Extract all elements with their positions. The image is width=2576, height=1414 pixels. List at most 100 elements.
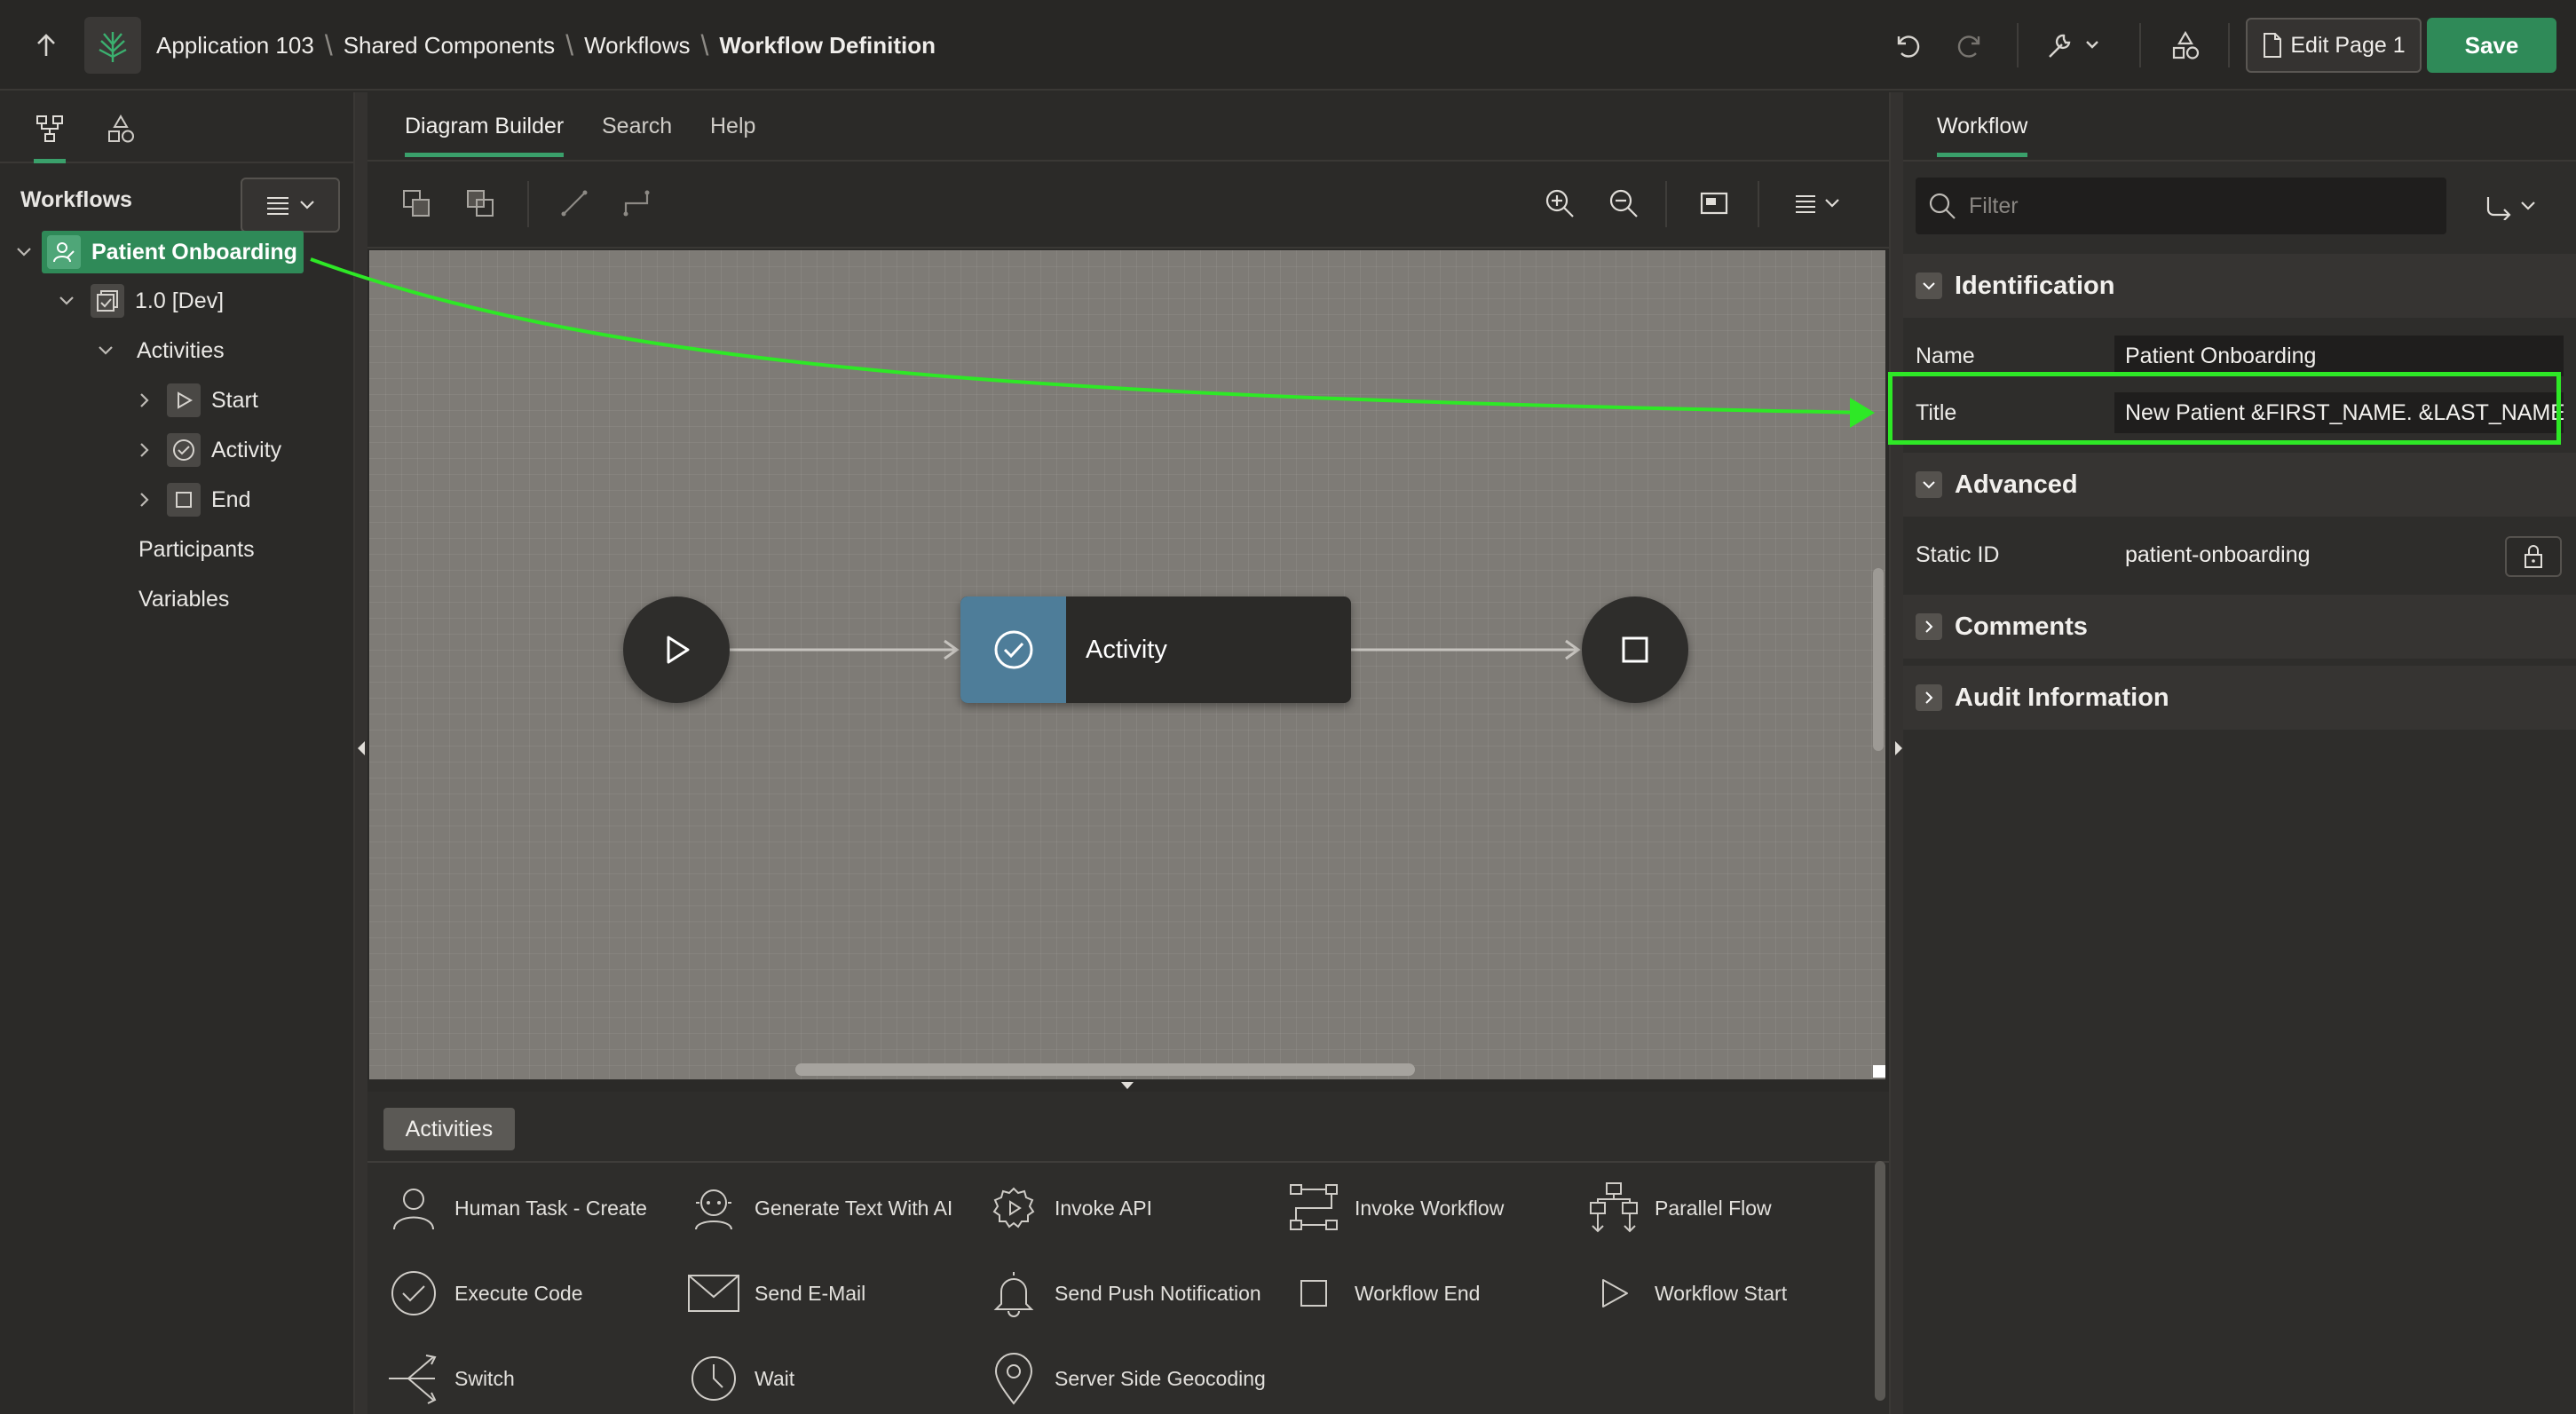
elbow-connector-icon[interactable] xyxy=(616,183,657,224)
palette-item-geocoding[interactable]: Server Side Geocoding xyxy=(985,1347,1266,1410)
end-node[interactable] xyxy=(1582,596,1688,703)
canvas-resize-corner[interactable] xyxy=(1873,1065,1885,1078)
palette-item-label: Server Side Geocoding xyxy=(1055,1366,1266,1390)
tree-toggle-workflow[interactable] xyxy=(12,230,36,274)
canvas-vertical-scrollbar[interactable] xyxy=(1873,568,1884,751)
section-comments[interactable]: Comments xyxy=(1903,595,2576,659)
palette-item-label: Workflow End xyxy=(1355,1281,1481,1305)
tree-item-label: Activity xyxy=(211,437,282,462)
section-title: Advanced xyxy=(1955,470,2078,499)
chevron-right-icon xyxy=(133,392,156,408)
envelope-icon xyxy=(685,1265,742,1322)
breadcrumb-shared-components[interactable]: Shared Components xyxy=(344,32,555,59)
save-button[interactable]: Save xyxy=(2427,18,2556,73)
palette-item-label: Workflow Start xyxy=(1655,1281,1788,1305)
tree-item-patient-onboarding[interactable]: Patient Onboarding xyxy=(42,231,304,273)
palette-item-switch[interactable]: Switch xyxy=(385,1347,515,1410)
collapse-down-icon[interactable] xyxy=(1120,1081,1134,1090)
palette-item-invoke-workflow[interactable]: Invoke Workflow xyxy=(1285,1177,1504,1239)
lock-icon[interactable] xyxy=(2505,536,2562,577)
edit-page-button[interactable]: Edit Page 1 xyxy=(2246,18,2422,73)
section-identification[interactable]: Identification xyxy=(1903,254,2576,318)
property-name: Name Patient Onboarding xyxy=(1903,328,2576,383)
chevron-down-icon xyxy=(12,247,36,257)
tab-shared-components[interactable] xyxy=(96,107,146,151)
title-field[interactable]: New Patient &FIRST_NAME. &LAST_NAME. xyxy=(2114,392,2564,433)
breadcrumb-workflow-definition: Workflow Definition xyxy=(719,31,936,59)
start-node[interactable] xyxy=(623,596,730,703)
palette-item-wait[interactable]: Wait xyxy=(685,1347,794,1410)
breadcrumb-application[interactable]: Application 103 xyxy=(156,32,314,59)
square-icon xyxy=(167,483,201,517)
send-to-back-icon[interactable] xyxy=(460,183,501,224)
up-arrow-icon[interactable] xyxy=(27,25,66,66)
right-panel-resizer[interactable] xyxy=(1889,92,1903,1414)
palette-item-generate-text-ai[interactable]: Generate Text With AI xyxy=(685,1177,952,1239)
tab-diagram-builder[interactable]: Diagram Builder xyxy=(405,114,565,157)
tab-help[interactable]: Help xyxy=(710,114,755,139)
palette-item-send-email[interactable]: Send E-Mail xyxy=(685,1262,865,1324)
chevron-down-icon xyxy=(1916,273,1942,299)
section-advanced[interactable]: Advanced xyxy=(1903,453,2576,517)
tab-search[interactable]: Search xyxy=(602,114,672,139)
static-id-field[interactable]: patient-onboarding xyxy=(2114,534,2487,575)
palette-vertical-scrollbar[interactable] xyxy=(1875,1161,1885,1401)
tab-workflow[interactable]: Workflow xyxy=(1937,114,2028,157)
tree-item-activities[interactable]: Activities xyxy=(94,328,225,373)
section-audit-information[interactable]: Audit Information xyxy=(1903,666,2576,730)
left-panel-resizer[interactable] xyxy=(353,92,367,1414)
straight-connector-icon[interactable] xyxy=(554,183,595,224)
toolbar-separator xyxy=(2228,23,2230,67)
palette-item-label: Invoke API xyxy=(1055,1196,1152,1220)
tree-icon xyxy=(35,114,65,144)
tree-item-start[interactable]: Start xyxy=(133,378,258,423)
go-to-group-button[interactable] xyxy=(2478,186,2549,227)
app-logo-icon[interactable] xyxy=(84,17,141,74)
play-icon xyxy=(167,383,201,417)
toolbar-separator xyxy=(1758,181,1759,227)
tree-item-version[interactable]: 1.0 [Dev] xyxy=(55,279,224,323)
chevron-down-icon xyxy=(94,345,117,356)
utilities-wrench-icon[interactable] xyxy=(2042,25,2109,66)
filter-input[interactable] xyxy=(1967,192,2429,220)
page-edit-icon xyxy=(2262,32,2283,59)
tree-item-variables[interactable]: Variables xyxy=(138,577,229,621)
palette-item-label: Human Task - Create xyxy=(454,1196,647,1220)
clock-icon xyxy=(685,1350,742,1407)
diagram-menu-icon[interactable] xyxy=(1788,183,1850,224)
filter-field[interactable] xyxy=(1916,178,2446,234)
workflows-heading: Workflows xyxy=(20,187,132,212)
tree-menu-button[interactable] xyxy=(241,178,340,233)
palette-item-label: Parallel Flow xyxy=(1655,1196,1772,1220)
canvas-horizontal-scrollbar[interactable] xyxy=(795,1063,1415,1076)
breadcrumb-workflows[interactable]: Workflows xyxy=(584,32,690,59)
fit-to-screen-icon[interactable] xyxy=(1694,183,1734,224)
name-field[interactable]: Patient Onboarding xyxy=(2114,336,2564,376)
palette-item-workflow-end[interactable]: Workflow End xyxy=(1285,1262,1480,1324)
undo-icon[interactable] xyxy=(1885,25,1928,66)
shared-components-icon[interactable] xyxy=(2164,25,2207,66)
collapse-left-icon[interactable] xyxy=(357,740,366,756)
tree-item-activity[interactable]: Activity xyxy=(133,428,281,472)
section-title: Audit Information xyxy=(1955,683,2169,712)
palette-item-invoke-api[interactable]: Invoke API xyxy=(985,1177,1152,1239)
palette-item-parallel-flow[interactable]: Parallel Flow xyxy=(1585,1177,1772,1239)
collapse-right-icon[interactable] xyxy=(1894,740,1903,756)
palette-splitter[interactable] xyxy=(367,1079,1889,1092)
activity-node[interactable]: Activity xyxy=(960,596,1351,703)
tree-item-participants[interactable]: Participants xyxy=(138,527,255,572)
palette-item-workflow-start[interactable]: Workflow Start xyxy=(1585,1262,1787,1324)
redo-icon[interactable] xyxy=(1949,25,1992,66)
diagram-canvas[interactable]: Activity xyxy=(369,250,1885,1079)
tree-item-label: Activities xyxy=(137,337,225,363)
tab-workflow-tree[interactable] xyxy=(25,107,75,163)
palette-item-send-push[interactable]: Send Push Notification xyxy=(985,1262,1261,1324)
palette-tab-activities[interactable]: Activities xyxy=(383,1108,515,1150)
zoom-out-icon[interactable] xyxy=(1603,183,1644,224)
palette-item-execute-code[interactable]: Execute Code xyxy=(385,1262,582,1324)
bring-to-front-icon[interactable] xyxy=(396,183,437,224)
property-title: Title New Patient &FIRST_NAME. &LAST_NAM… xyxy=(1903,385,2576,440)
zoom-in-icon[interactable] xyxy=(1539,183,1580,224)
palette-item-human-task[interactable]: Human Task - Create xyxy=(385,1177,647,1239)
tree-item-end[interactable]: End xyxy=(133,478,250,522)
